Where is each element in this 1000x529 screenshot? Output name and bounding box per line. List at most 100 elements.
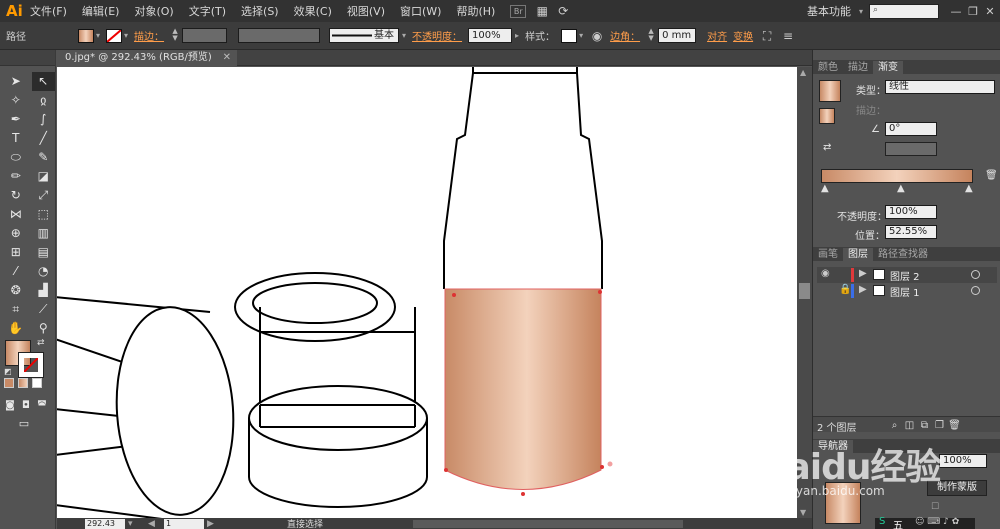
slice-tool-icon[interactable]: ⟋ <box>32 300 56 319</box>
artboard-canvas[interactable] <box>57 67 797 518</box>
angle-field[interactable]: 0° <box>885 122 937 136</box>
fill-swatch[interactable] <box>78 28 94 43</box>
close-icon[interactable]: ✕ <box>223 50 231 66</box>
layer-row-1[interactable]: 🔒 ▶ 图层 1 <box>817 283 997 299</box>
align-link[interactable]: 对齐 <box>707 28 727 43</box>
curvature-tool-icon[interactable]: ∫ <box>32 110 56 129</box>
color-mode-icon[interactable] <box>4 378 14 388</box>
corner-radius-field[interactable]: 0 mm <box>658 28 697 43</box>
gpu-performance-icon[interactable]: ⟳ <box>555 3 571 19</box>
eye-icon[interactable]: ◉ <box>821 268 830 279</box>
gradient-stop-left[interactable]: ▲ <box>821 183 829 194</box>
reverse-gradient-icon[interactable]: ⇄ <box>823 142 831 153</box>
chevron-down-icon[interactable]: ▾ <box>96 31 100 40</box>
scrollbar-thumb[interactable] <box>799 283 810 299</box>
layer-target-icon[interactable] <box>971 286 980 295</box>
artboard-number-field[interactable]: 1 <box>164 518 204 529</box>
mesh-tool-icon[interactable]: ⊞ <box>4 243 28 262</box>
previous-artboard-icon[interactable]: ◀ <box>148 519 164 529</box>
next-artboard-icon[interactable]: ▶ <box>207 519 287 529</box>
type-tool-icon[interactable]: T <box>4 129 28 148</box>
blend-tool-icon[interactable]: ◔ <box>32 262 56 281</box>
graphic-style-swatch[interactable] <box>561 28 578 43</box>
paintbrush-tool-icon[interactable]: ✎ <box>32 148 56 167</box>
zoom-field[interactable]: 292.43 <box>85 518 125 529</box>
line-tool-icon[interactable]: ╱ <box>32 129 56 148</box>
stroke-weight-field[interactable] <box>182 28 228 43</box>
direct-selection-tool-icon[interactable]: ↖ <box>31 72 55 91</box>
tab-color[interactable]: 颜色 <box>813 61 843 74</box>
menu-window[interactable]: 窗口(W) <box>400 3 441 19</box>
eyedropper-tool-icon[interactable]: ⁄ <box>4 262 28 281</box>
clip-checkbox[interactable]: ☐ <box>931 502 939 512</box>
ime-logo-icon[interactable]: S <box>879 516 885 527</box>
bottle-outline[interactable] <box>443 67 603 289</box>
panel-menu-icon[interactable]: ≡ <box>780 28 796 44</box>
ime-mode[interactable]: 五 <box>893 517 903 529</box>
stroke-color-box[interactable] <box>18 352 44 378</box>
lasso-tool-icon[interactable]: ჲ <box>32 91 56 110</box>
layer-name[interactable]: 图层 2 <box>890 268 920 283</box>
menu-edit[interactable]: 编辑(E) <box>82 3 120 19</box>
layer-target-icon[interactable] <box>971 270 980 279</box>
tab-stroke[interactable]: 描边 <box>843 61 873 74</box>
chevron-down-icon[interactable]: ▾ <box>402 31 406 40</box>
restore-button[interactable]: ❐ <box>966 5 980 18</box>
menu-effect[interactable]: 效果(C) <box>294 3 332 19</box>
tab-brushes[interactable]: 画笔 <box>813 248 843 261</box>
draw-inside-icon[interactable]: ◚ <box>36 396 48 415</box>
hand-tool-icon[interactable]: ✋ <box>4 319 28 338</box>
default-fill-stroke-icon[interactable]: ◩ <box>4 367 12 376</box>
make-clip-mask-icon[interactable]: ◫ <box>902 420 917 431</box>
isolate-object-icon[interactable]: ⛶ <box>759 28 775 44</box>
expand-arrow-icon[interactable]: ▶ <box>859 268 867 279</box>
menu-view[interactable]: 视图(V) <box>347 3 385 19</box>
opacity-field[interactable]: 100% <box>468 28 513 43</box>
gradient-stop-right[interactable]: ▲ <box>965 183 973 194</box>
arrange-documents-icon[interactable]: ▦ <box>534 3 550 19</box>
menu-object[interactable]: 对象(O) <box>134 3 173 19</box>
help-search-input[interactable]: ⌕ <box>869 3 939 19</box>
stacked-cup[interactable] <box>234 272 428 508</box>
gradient-opacity-field[interactable]: 100% <box>885 205 937 219</box>
lying-cylinder[interactable] <box>57 296 240 518</box>
tab-pathfinder[interactable]: 路径查找器 <box>873 248 933 261</box>
document-tab[interactable]: 0.jpg* @ 292.43% (RGB/预览) ✕ <box>57 50 237 66</box>
symbol-sprayer-tool-icon[interactable]: ❂ <box>4 281 28 300</box>
chevron-down-icon[interactable]: ▾ <box>124 31 128 40</box>
locate-object-icon[interactable]: ⌕ <box>887 420 902 431</box>
brush-definition-dropdown[interactable]: 基本 <box>329 28 400 43</box>
new-layer-icon[interactable]: ❐ <box>932 420 947 431</box>
selection-tool-icon[interactable]: ➤ <box>4 72 28 91</box>
delete-layer-icon[interactable]: 🗑 <box>947 420 962 431</box>
ellipse-tool-icon[interactable]: ⬭ <box>4 148 28 167</box>
none-mode-icon[interactable] <box>32 378 42 388</box>
close-button[interactable]: ✕ <box>983 5 997 18</box>
scroll-up-icon[interactable]: ▲ <box>800 68 806 77</box>
aspect-ratio-field[interactable] <box>885 142 937 156</box>
menu-file[interactable]: 文件(F) <box>30 3 67 19</box>
tab-gradient[interactable]: 渐变 <box>873 61 903 74</box>
delete-stop-icon[interactable]: 🗑 <box>985 170 998 181</box>
eraser-tool-icon[interactable]: ◪ <box>32 167 56 186</box>
zoom-tool-icon[interactable]: ⚲ <box>32 319 56 338</box>
gradient-stop-mid[interactable]: ▲ <box>897 183 905 194</box>
gradient-mode-icon[interactable] <box>18 378 28 388</box>
rotate-tool-icon[interactable]: ↻ <box>4 186 28 205</box>
gradient-preview-swatch[interactable] <box>819 80 841 102</box>
layer-name[interactable]: 图层 1 <box>890 284 920 299</box>
gradient-filled-bottle-base[interactable] <box>444 288 602 490</box>
navigator-zoom-field[interactable]: 100% <box>939 454 987 468</box>
pen-tool-icon[interactable]: ✒ <box>4 110 28 129</box>
menu-help[interactable]: 帮助(H) <box>456 3 495 19</box>
recolor-icon[interactable]: ◉ <box>589 28 605 44</box>
perspective-grid-tool-icon[interactable]: ▥ <box>32 224 56 243</box>
tab-layers[interactable]: 图层 <box>843 248 873 261</box>
chevron-down-icon[interactable]: ▾ <box>859 7 863 16</box>
lock-icon[interactable]: 🔒 <box>839 284 851 295</box>
gradient-slider[interactable] <box>821 169 973 183</box>
tools-panel-grip[interactable] <box>0 50 55 66</box>
expand-arrow-icon[interactable]: ▶ <box>859 284 867 295</box>
width-tool-icon[interactable]: ⋈ <box>4 205 28 224</box>
horizontal-scrollbar[interactable] <box>413 519 684 528</box>
